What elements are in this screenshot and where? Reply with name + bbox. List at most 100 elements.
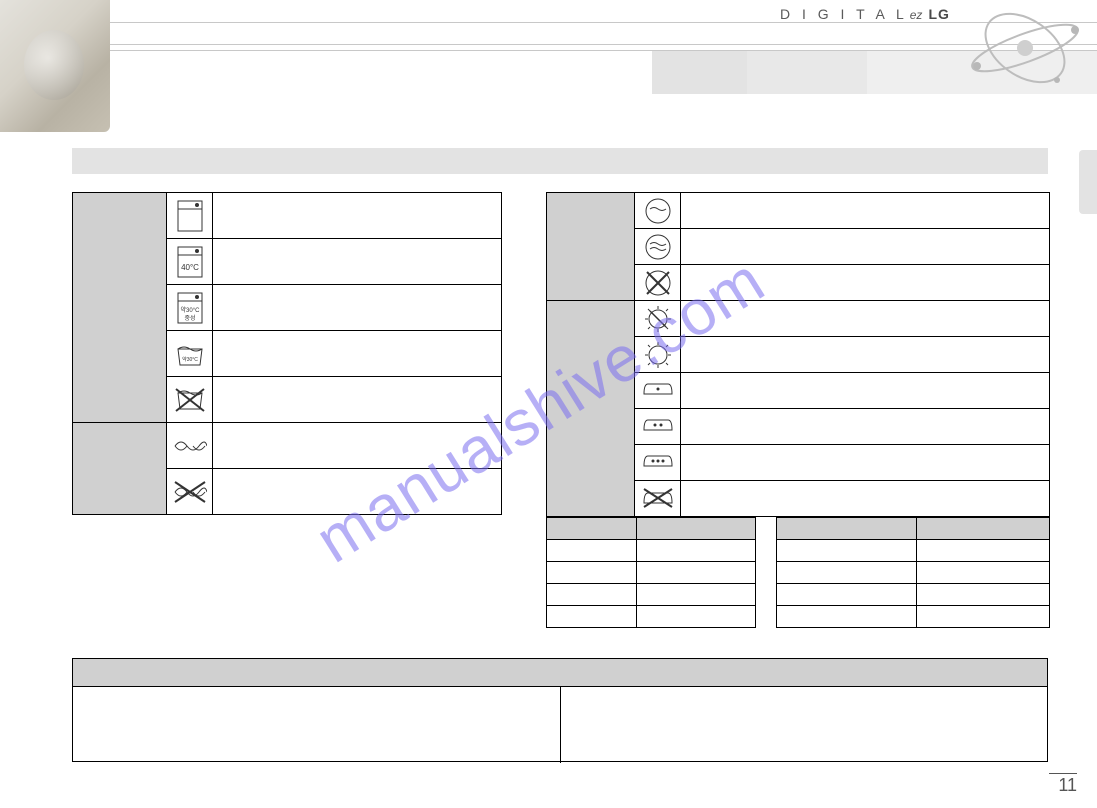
table-row bbox=[777, 584, 1050, 606]
side-tab bbox=[1079, 150, 1097, 214]
notes-body bbox=[73, 687, 1047, 763]
decorative-face-photo bbox=[0, 0, 110, 132]
svg-text:중성: 중성 bbox=[184, 314, 195, 322]
no-tumble-dry-icon bbox=[644, 269, 672, 297]
category-cell bbox=[73, 423, 167, 515]
cell bbox=[547, 540, 637, 562]
desc-cell bbox=[213, 469, 502, 515]
desc-cell bbox=[681, 265, 1050, 301]
wash-machine-icon bbox=[177, 200, 203, 232]
no-iron-icon bbox=[642, 487, 674, 511]
cell bbox=[777, 584, 917, 606]
desc-cell bbox=[681, 301, 1050, 337]
dry-circle-icon bbox=[644, 197, 672, 225]
category-cell bbox=[73, 193, 167, 423]
desc-cell bbox=[681, 409, 1050, 445]
desc-cell bbox=[213, 239, 502, 285]
desc-cell bbox=[213, 331, 502, 377]
orbit-icon bbox=[957, 0, 1097, 100]
table-row bbox=[777, 540, 1050, 562]
table-row bbox=[73, 193, 502, 239]
brand-digital: D I G I T A L bbox=[780, 6, 908, 22]
symbol-cell bbox=[635, 193, 681, 229]
cell bbox=[637, 562, 756, 584]
symbol-cell: 약30°C중성 bbox=[167, 285, 213, 331]
iron-med-icon bbox=[642, 416, 674, 438]
cell bbox=[917, 540, 1050, 562]
notes-header bbox=[73, 659, 1047, 687]
svg-text:약30°C: 약30°C bbox=[182, 356, 198, 363]
table-row bbox=[547, 606, 756, 628]
symbol-cell bbox=[635, 481, 681, 517]
symbol-cell: 약30°C bbox=[167, 331, 213, 377]
cell bbox=[917, 584, 1050, 606]
brand-ez: ez bbox=[910, 8, 923, 22]
desc-cell bbox=[681, 229, 1050, 265]
symbol-cell bbox=[167, 469, 213, 515]
dry-circle-b-icon bbox=[644, 233, 672, 261]
cell bbox=[777, 540, 917, 562]
desc-cell bbox=[681, 445, 1050, 481]
desc-cell bbox=[213, 423, 502, 469]
no-wash-icon bbox=[174, 385, 206, 415]
header-cell bbox=[917, 518, 1050, 540]
cell bbox=[637, 606, 756, 628]
notes-left bbox=[73, 687, 561, 763]
header-region: D I G I T A LezLG bbox=[0, 0, 1097, 132]
table-row bbox=[777, 518, 1050, 540]
cell bbox=[777, 606, 917, 628]
category-cell bbox=[547, 193, 635, 301]
symbol-cell bbox=[635, 265, 681, 301]
desc-cell bbox=[213, 377, 502, 423]
symbol-cell bbox=[167, 377, 213, 423]
notes-right bbox=[561, 687, 1048, 763]
table-row bbox=[547, 540, 756, 562]
table-row bbox=[547, 562, 756, 584]
cell bbox=[547, 606, 637, 628]
symbol-cell bbox=[635, 373, 681, 409]
cell bbox=[547, 584, 637, 606]
symbol-cell bbox=[635, 337, 681, 373]
symbol-cell bbox=[635, 409, 681, 445]
table-row bbox=[547, 584, 756, 606]
table-row bbox=[547, 518, 756, 540]
table-row bbox=[547, 193, 1050, 229]
desc-cell bbox=[681, 193, 1050, 229]
page-number-rule bbox=[1049, 773, 1077, 774]
cell bbox=[637, 584, 756, 606]
desc-cell bbox=[681, 481, 1050, 517]
sun-icon bbox=[644, 341, 672, 369]
handwash-icon: 약30°C bbox=[174, 339, 206, 369]
header-cell bbox=[777, 518, 917, 540]
no-wring-icon bbox=[173, 480, 207, 504]
detergent-grid-a bbox=[546, 517, 756, 628]
category-cell bbox=[547, 301, 635, 517]
wash-30-neutral-icon: 약30°C중성 bbox=[177, 292, 203, 324]
symbol-cell bbox=[635, 229, 681, 265]
svg-text:약30°C: 약30°C bbox=[180, 306, 200, 314]
care-symbol-table-left: 40°C 약30°C중성 약30°C bbox=[72, 192, 502, 515]
table-row bbox=[73, 423, 502, 469]
desc-cell bbox=[213, 193, 502, 239]
desc-cell bbox=[681, 373, 1050, 409]
svg-text:40°C: 40°C bbox=[181, 263, 199, 272]
table-row bbox=[777, 606, 1050, 628]
desc-cell bbox=[213, 285, 502, 331]
sun-shade-icon bbox=[644, 305, 672, 333]
iron-low-icon bbox=[642, 380, 674, 402]
symbol-cell bbox=[167, 423, 213, 469]
notes-box bbox=[72, 658, 1048, 762]
rule-line bbox=[0, 22, 1097, 23]
detergent-grid-b bbox=[776, 517, 1050, 628]
cell bbox=[547, 562, 637, 584]
symbol-cell bbox=[635, 301, 681, 337]
symbol-cell bbox=[167, 193, 213, 239]
rule-line bbox=[0, 44, 1097, 45]
brand-text: D I G I T A LezLG bbox=[780, 6, 950, 22]
page-number: 11 bbox=[1058, 775, 1077, 796]
symbol-cell: 40°C bbox=[167, 239, 213, 285]
cell bbox=[777, 562, 917, 584]
iron-high-icon bbox=[642, 452, 674, 474]
wash-40-icon: 40°C bbox=[177, 246, 203, 278]
symbol-cell bbox=[635, 445, 681, 481]
